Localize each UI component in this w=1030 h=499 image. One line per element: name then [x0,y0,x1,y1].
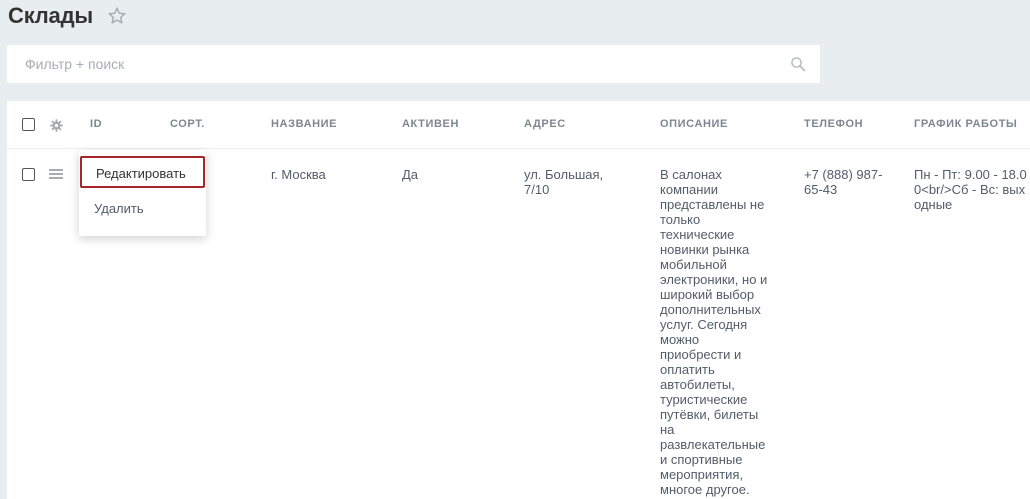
cell-name: г. Москва [271,167,326,182]
column-header-name[interactable]: НАЗВАНИЕ [271,101,337,148]
column-header-address[interactable]: АДРЕС [524,101,566,148]
menu-item-edit[interactable]: Редактировать [80,156,205,188]
cell-schedule: Пн - Пт: 9.00 - 18.00<br/>Сб - Вс: выход… [914,167,1027,212]
column-header-schedule[interactable]: ГРАФИК РАБОТЫ [914,101,1017,148]
filter-search-bar[interactable] [7,45,820,83]
column-header-active[interactable]: АКТИВЕН [402,101,459,148]
gear-icon[interactable] [50,119,63,132]
table-header: ID СОРТ. НАЗВАНИЕ АКТИВЕН АДРЕС ОПИСАНИЕ… [7,101,1030,149]
cell-phone: +7 (888) 987-65-43 [804,167,883,197]
select-all-checkbox[interactable] [22,118,35,131]
page-title: Склады [8,3,93,28]
search-icon[interactable] [790,56,806,72]
column-header-phone[interactable]: ТЕЛЕФОН [804,101,863,148]
column-header-sort[interactable]: СОРТ. [170,101,205,148]
filter-search-input[interactable] [23,55,790,73]
title-row: Склады [8,0,127,32]
column-header-description[interactable]: ОПИСАНИЕ [660,101,728,148]
cell-address: ул. Большая, 7/10 [524,167,604,197]
cell-active: Да [402,167,419,182]
column-header-id[interactable]: ID [90,101,102,148]
menu-item-delete[interactable]: Удалить [80,193,205,225]
row-context-menu: Редактировать Удалить [79,150,206,236]
hamburger-icon[interactable] [49,169,63,179]
row-checkbox[interactable] [22,168,35,181]
cell-description: В салонах компании представлены не тольк… [660,167,768,497]
star-icon[interactable] [107,6,127,26]
